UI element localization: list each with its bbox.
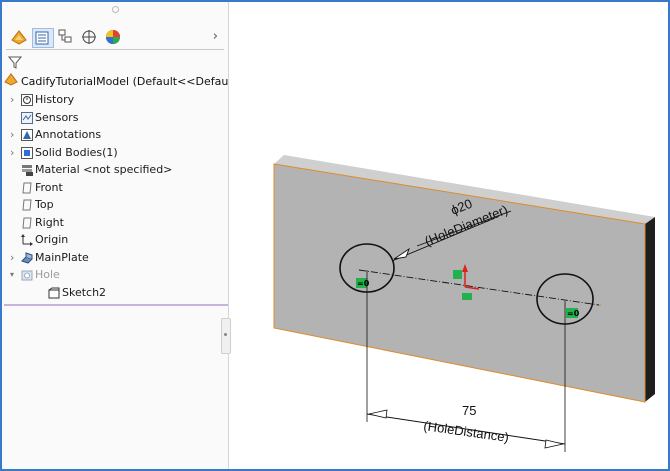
property-manager-tab[interactable] [32,28,54,48]
tree-item-material-not-specified[interactable]: Material <not specified> [2,161,228,179]
sensors-icon [21,111,33,124]
plane-icon [21,199,33,211]
tree-item-sensors[interactable]: Sensors [2,109,228,127]
display-manager-tab[interactable] [104,28,124,46]
dimxpert-tab[interactable] [80,28,100,46]
dimxpert-icon [82,30,96,44]
collapse-arrow-icon[interactable]: ▾ [10,266,18,284]
tree-item-hole[interactable]: ▾ Hole [2,266,228,284]
tree-item-right[interactable]: Right [2,214,228,232]
property-manager-icon [35,31,49,45]
model-view[interactable]: =0 =0 ϕ20 (HoleDiameter) 75 (HoleDistanc… [229,2,666,469]
origin-icon [21,234,33,246]
tree-item-label: Front [35,180,63,194]
distance-value: 75 [462,403,476,418]
tree-item-label: Origin [35,233,69,246]
expand-arrow-icon[interactable]: › [10,144,18,162]
configuration-manager-icon [58,29,72,43]
tree-item-label: History [35,93,75,106]
model-root-item[interactable]: CadifyTutorialModel (Default<<Defau [4,72,228,90]
relation-text-left: =0 [357,279,370,288]
expand-arrow-icon[interactable]: › [10,126,18,144]
solid-bodies-icon [21,146,33,159]
graphics-area[interactable]: =0 =0 ϕ20 (HoleDiameter) 75 (HoleDistanc… [229,2,666,469]
expand-arrow-icon[interactable]: › [10,249,18,267]
feature-tree: › History Sensors › Annotations › Solid Bodies… [2,91,228,301]
plate-side-face[interactable] [645,217,655,402]
part-icon [4,72,18,90]
tree-item-annotations[interactable]: › Annotations [2,126,228,144]
history-icon [21,94,33,106]
tree-item-label: Material <not specified> [35,163,173,176]
model-root-label: CadifyTutorialModel (Default<<Defau [21,75,228,88]
tree-item-label: Annotations [35,128,102,141]
distance-name: (HoleDistance) [423,418,510,445]
tree-item-label: MainPlate [35,250,89,264]
cut-icon [21,269,33,281]
tree-item-mainplate[interactable]: › MainPlate [2,249,228,267]
tree-item-top[interactable]: Top [2,196,228,214]
panel-tabs: › [6,28,224,48]
tree-item-sketch2[interactable]: Sketch2 [2,284,228,302]
tree-item-label: Right [35,215,64,229]
tree-item-label: Sketch2 [62,285,107,299]
tabs-divider [6,49,224,50]
tabs-overflow-arrow-icon[interactable]: › [213,29,218,44]
feature-manager-panel: › CadifyTutorialModel (Default<<Defau › H… [2,2,228,469]
tree-item-history[interactable]: › History [2,91,228,109]
filter-icon[interactable] [7,54,23,69]
tree-item-label: Hole [35,268,60,281]
panel-grip-icon[interactable] [112,6,119,13]
rollback-bar[interactable] [4,304,228,306]
configuration-manager-tab[interactable] [56,28,76,46]
expand-arrow-icon[interactable]: › [10,91,18,109]
display-manager-icon [106,30,120,44]
plane-icon [21,217,33,229]
tree-item-label: Sensors [35,110,79,124]
tree-item-solid-bodies-1[interactable]: › Solid Bodies(1) [2,144,228,162]
relation-text-right: =0 [567,309,580,318]
sketch-icon [48,287,60,299]
feature-manager-icon [11,30,27,45]
tree-item-label: Top [35,198,54,211]
tree-item-label: Solid Bodies(1) [35,145,118,159]
extrude-icon [21,251,33,264]
feature-manager-tab[interactable] [10,28,30,46]
material-icon [21,164,33,176]
plane-icon [21,182,33,194]
tree-item-origin[interactable]: Origin [2,231,228,249]
annotations-icon [21,129,33,141]
tree-item-front[interactable]: Front [2,179,228,197]
